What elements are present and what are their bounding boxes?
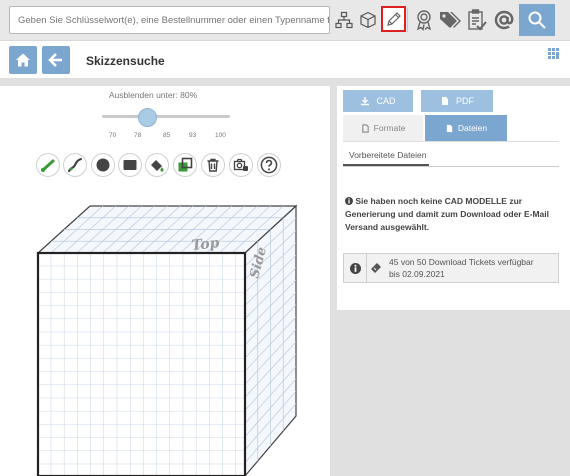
hierarchy-icon[interactable] <box>333 6 355 34</box>
rectangle-icon <box>123 160 137 170</box>
help-button[interactable] <box>258 154 280 176</box>
tickets-info-box: 45 von 50 Download Tickets verfügbar bis… <box>343 253 559 283</box>
search-input[interactable] <box>9 6 330 34</box>
tags-icon[interactable] <box>437 6 463 34</box>
trash-icon <box>207 158 219 172</box>
toolbar-divider <box>407 8 408 32</box>
file-icon <box>361 123 369 133</box>
line-tool-button[interactable] <box>37 154 59 176</box>
arrow-left-icon <box>48 53 62 67</box>
line-icon <box>41 159 55 172</box>
circle-icon <box>96 158 110 172</box>
nav-bar: Skizzensuche <box>0 40 570 78</box>
snapshot-button[interactable] <box>230 154 252 176</box>
top-bar <box>0 0 570 40</box>
award-icon[interactable] <box>412 6 436 34</box>
at-icon[interactable] <box>491 6 517 34</box>
slider-tick: 85 <box>163 132 171 139</box>
pdf-button[interactable]: PDF <box>421 90 493 112</box>
search-button[interactable] <box>519 4 555 36</box>
pencil-icon[interactable] <box>381 6 406 32</box>
tab-dateien[interactable]: Dateien <box>425 115 507 141</box>
help-icon <box>260 156 278 174</box>
download-icon <box>361 97 370 106</box>
sketch-canvas[interactable]: Top Side <box>0 194 330 476</box>
message-text: Sie haben noch keine CAD MODELLE zur Gen… <box>345 196 550 232</box>
slider-tick: 70 <box>109 132 117 139</box>
checklist-icon[interactable] <box>465 6 489 34</box>
no-models-message: Sie haben noch keine CAD MODELLE zur Gen… <box>345 195 557 234</box>
delete-button[interactable] <box>202 154 224 176</box>
layout-grid-icon[interactable] <box>548 47 560 65</box>
document-icon <box>442 97 448 105</box>
rectangle-tool-button[interactable] <box>119 154 141 176</box>
tab-formate-label: Formate <box>373 123 406 133</box>
slider-tick: 100 <box>215 132 226 139</box>
fill-icon <box>151 160 164 172</box>
fill-tool-button[interactable] <box>146 154 168 176</box>
pen-tool-button[interactable] <box>64 154 86 176</box>
search-icon <box>528 11 546 29</box>
tickets-line-2: bis 02.09.2021 <box>389 269 445 279</box>
threshold-slider-handle[interactable] <box>138 108 157 127</box>
sketch-panel: Ausblenden unter: 80% 70 78 85 93 100 To… <box>0 86 330 476</box>
tickets-text: 45 von 50 Download Tickets verfügbar bis… <box>385 256 534 280</box>
page-title: Skizzensuche <box>86 54 165 68</box>
threshold-slider-track[interactable] <box>102 115 230 118</box>
camera-icon <box>233 158 248 171</box>
slider-tick: 93 <box>189 132 197 139</box>
cube-icon[interactable] <box>357 6 379 34</box>
cad-label: CAD <box>376 96 396 106</box>
tab-dateien-label: Dateien <box>457 123 488 133</box>
tab-divider <box>343 141 559 142</box>
info-icon <box>345 197 353 205</box>
top-face-label: Top <box>191 235 221 254</box>
pdf-label: PDF <box>456 96 474 106</box>
info-icon <box>344 262 366 274</box>
slider-label: Ausblenden unter: 80% <box>108 90 198 100</box>
home-button[interactable] <box>9 46 37 74</box>
tickets-line-1: 45 von 50 Download Tickets verfügbar <box>389 257 534 267</box>
file-icon <box>446 124 453 132</box>
cad-button[interactable]: CAD <box>343 90 413 112</box>
ticket-icon <box>367 262 385 274</box>
circle-tool-button[interactable] <box>92 154 114 176</box>
subtab-prepared-files[interactable]: Vorbereitete Dateien <box>343 146 429 166</box>
layer-icon <box>178 157 193 172</box>
layer-tool-button[interactable] <box>174 154 196 176</box>
slider-tick: 78 <box>134 132 142 139</box>
download-panel: CAD PDF Formate Dateien Vorbereitete Dat… <box>337 86 570 310</box>
home-icon <box>16 53 30 67</box>
back-button[interactable] <box>42 46 70 74</box>
tab-formate[interactable]: Formate <box>343 115 423 141</box>
pen-tool-icon <box>67 157 83 173</box>
subtab-divider <box>343 166 559 167</box>
